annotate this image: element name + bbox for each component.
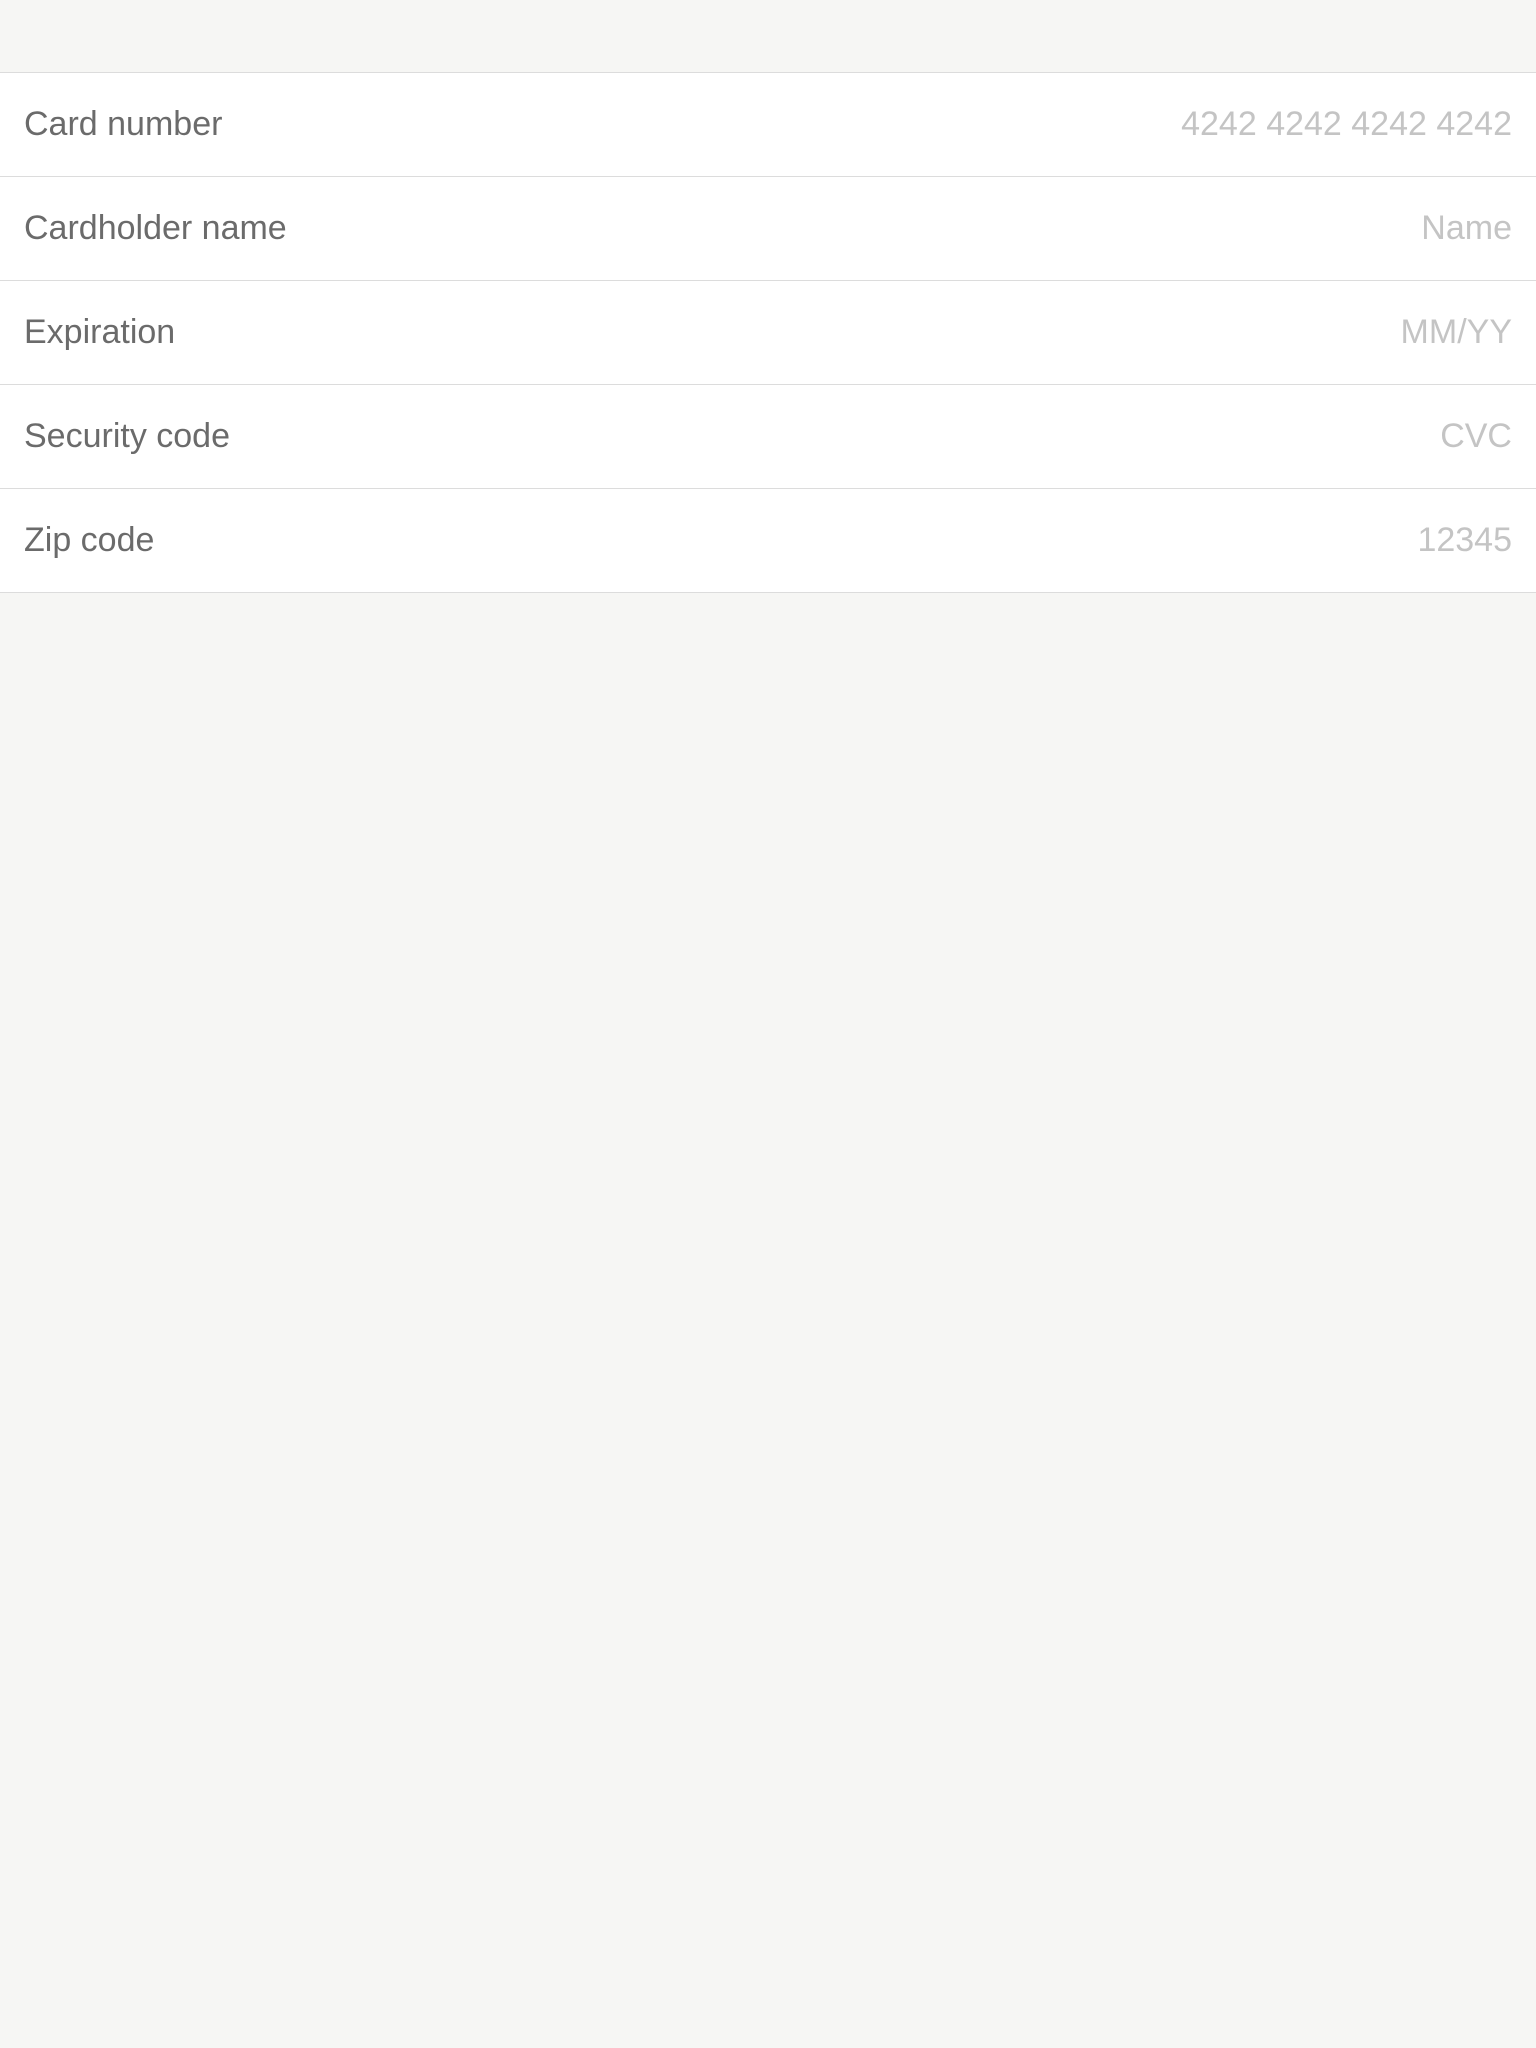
cardholder-name-row[interactable]: Cardholder name (0, 177, 1536, 281)
cardholder-name-input[interactable] (812, 209, 1512, 248)
security-code-row[interactable]: Security code (0, 385, 1536, 489)
expiration-input[interactable] (812, 313, 1512, 352)
expiration-label: Expiration (24, 313, 176, 351)
card-number-input[interactable] (812, 105, 1512, 144)
card-number-label: Card number (24, 105, 223, 143)
security-code-input[interactable] (812, 417, 1512, 456)
zip-code-input[interactable] (812, 521, 1512, 560)
security-code-label: Security code (24, 417, 230, 455)
zip-code-row[interactable]: Zip code (0, 489, 1536, 592)
zip-code-label: Zip code (24, 521, 155, 559)
card-number-row[interactable]: Card number (0, 73, 1536, 177)
cardholder-name-label: Cardholder name (24, 209, 287, 247)
top-spacer (0, 0, 1536, 72)
expiration-row[interactable]: Expiration (0, 281, 1536, 385)
card-payment-form: Card number Cardholder name Expiration S… (0, 72, 1536, 593)
